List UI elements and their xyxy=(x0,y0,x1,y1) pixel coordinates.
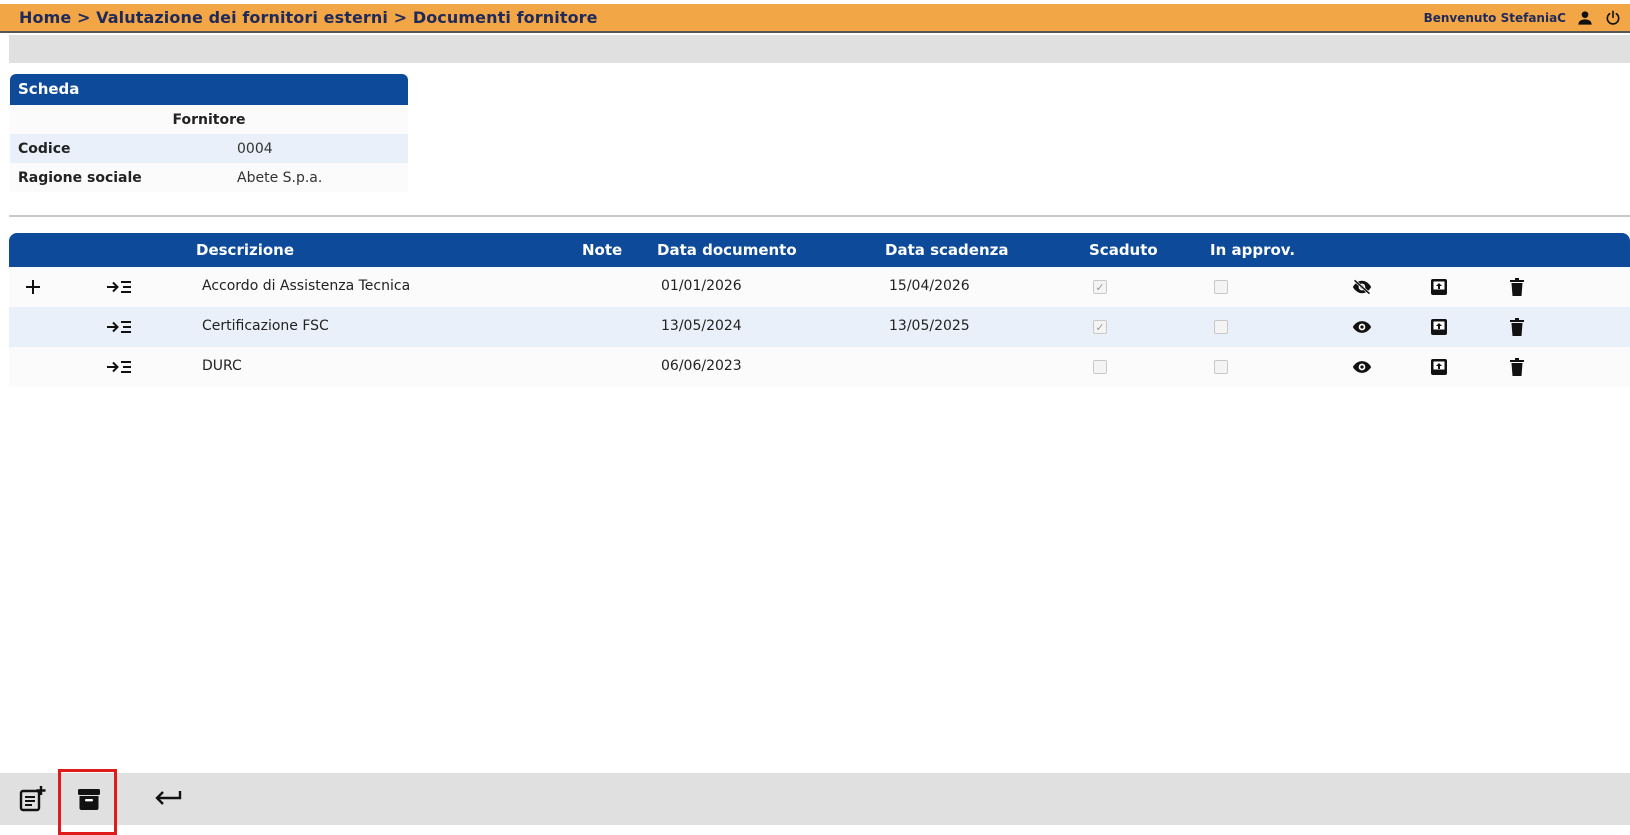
eye-icon[interactable] xyxy=(1351,317,1373,337)
col-scaduto[interactable]: Scaduto xyxy=(1089,241,1158,259)
eye-off-icon[interactable] xyxy=(1351,277,1373,297)
scheda-row-codice: Codice 0004 xyxy=(10,134,408,163)
top-header: Home > Valutazione dei fornitori esterni… xyxy=(0,4,1630,33)
trash-icon[interactable] xyxy=(1506,277,1528,297)
col-in-approv[interactable]: In approv. xyxy=(1210,241,1295,259)
scheda-label: Ragione sociale xyxy=(18,169,142,186)
scheda-row-ragione-sociale: Ragione sociale Abete S.p.a. xyxy=(10,163,408,192)
in-approv-checkbox[interactable] xyxy=(1214,360,1228,374)
plus-icon[interactable] xyxy=(22,277,44,297)
col-data-documento[interactable]: Data documento xyxy=(657,241,797,259)
scheda-card: Scheda Fornitore Codice 0004 Ragione soc… xyxy=(10,74,408,192)
breadcrumb[interactable]: Home > Valutazione dei fornitori esterni… xyxy=(19,8,598,27)
in-approv-checkbox[interactable] xyxy=(1214,280,1228,294)
scaduto-checkbox[interactable] xyxy=(1093,360,1107,374)
trash-icon[interactable] xyxy=(1506,317,1528,337)
back-arrow-icon[interactable] xyxy=(151,784,185,814)
cell-descrizione: DURC xyxy=(202,358,242,374)
scheda-label: Codice xyxy=(18,140,71,157)
cell-data-documento: 13/05/2024 xyxy=(661,318,742,334)
documents-table: Descrizione Note Data documento Data sca… xyxy=(9,233,1630,387)
scaduto-checkbox[interactable]: ✓ xyxy=(1093,320,1107,334)
table-header: Descrizione Note Data documento Data sca… xyxy=(9,233,1630,267)
indent-icon[interactable] xyxy=(105,277,133,297)
scheda-title: Scheda xyxy=(10,74,408,105)
scheda-subtitle: Fornitore xyxy=(10,105,408,134)
new-document-icon[interactable] xyxy=(15,784,49,814)
upload-icon[interactable] xyxy=(1428,357,1450,377)
table-row[interactable]: Certificazione FSC 13/05/2024 13/05/2025… xyxy=(9,307,1630,347)
toolbar-strip xyxy=(9,35,1630,63)
divider xyxy=(9,215,1630,217)
cell-data-scadenza: 15/04/2026 xyxy=(889,278,970,294)
cell-data-documento: 01/01/2026 xyxy=(661,278,742,294)
cell-data-documento: 06/06/2023 xyxy=(661,358,742,374)
cell-descrizione: Certificazione FSC xyxy=(202,318,329,334)
trash-icon[interactable] xyxy=(1506,357,1528,377)
scaduto-checkbox[interactable]: ✓ xyxy=(1093,280,1107,294)
eye-icon[interactable] xyxy=(1351,357,1373,377)
welcome-text: Benvenuto StefaniaC xyxy=(1423,10,1566,25)
bottom-toolbar xyxy=(0,773,1630,825)
upload-icon[interactable] xyxy=(1428,277,1450,297)
col-descrizione[interactable]: Descrizione xyxy=(196,241,294,259)
cell-data-scadenza: 13/05/2025 xyxy=(889,318,970,334)
col-data-scadenza[interactable]: Data scadenza xyxy=(885,241,1008,259)
indent-icon[interactable] xyxy=(105,317,133,337)
user-icon[interactable] xyxy=(1576,9,1594,27)
upload-icon[interactable] xyxy=(1428,317,1450,337)
table-row[interactable]: DURC 06/06/2023 xyxy=(9,347,1630,387)
in-approv-checkbox[interactable] xyxy=(1214,320,1228,334)
archive-icon[interactable] xyxy=(72,784,106,814)
scheda-value: 0004 xyxy=(237,140,273,157)
scheda-value: Abete S.p.a. xyxy=(237,169,323,186)
cell-descrizione: Accordo di Assistenza Tecnica xyxy=(202,278,411,294)
col-note[interactable]: Note xyxy=(582,241,622,259)
table-row[interactable]: Accordo di Assistenza Tecnica 01/01/2026… xyxy=(9,267,1630,307)
power-icon[interactable] xyxy=(1604,9,1622,27)
indent-icon[interactable] xyxy=(105,357,133,377)
